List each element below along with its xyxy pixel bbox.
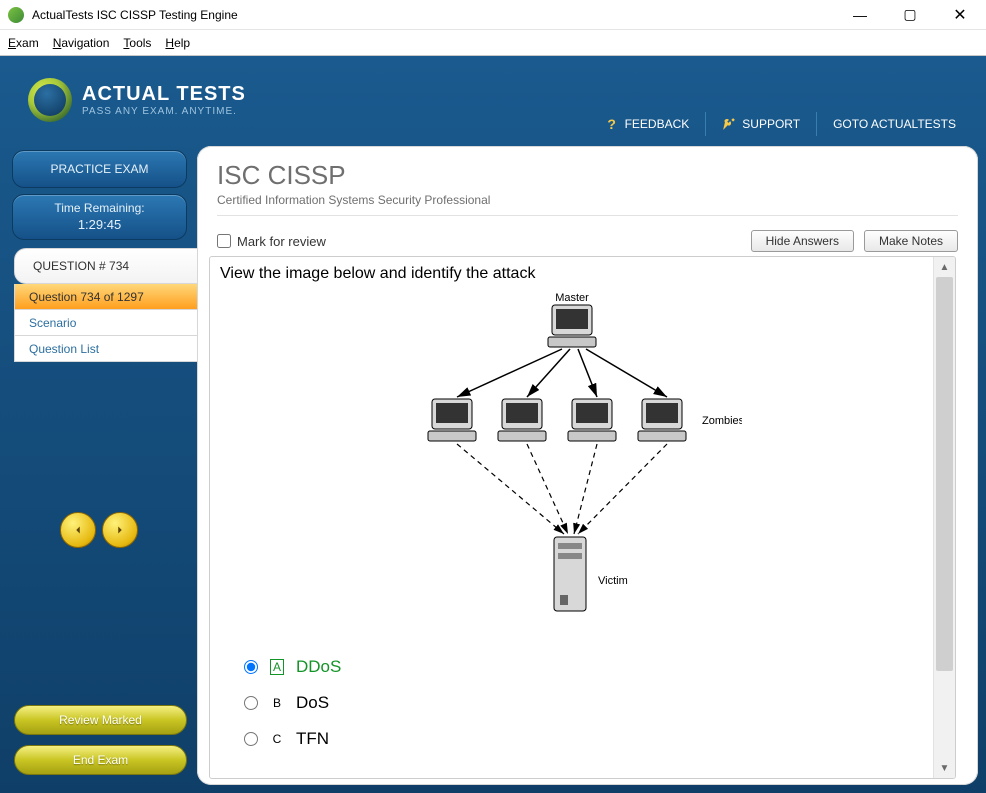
prev-question-button[interactable] bbox=[60, 512, 96, 548]
sidebar-item-label: Question 734 of 1297 bbox=[29, 290, 144, 304]
hide-answers-button[interactable]: Hide Answers bbox=[751, 230, 854, 252]
answer-letter: C bbox=[270, 732, 284, 746]
answer-option-c[interactable]: C TFN bbox=[220, 721, 923, 757]
answer-letter: B bbox=[270, 696, 284, 710]
brand-logo: ACTUAL TESTS PASS ANY EXAM. ANYTIME. bbox=[28, 78, 246, 122]
link-support-label: SUPPORT bbox=[742, 117, 800, 131]
menu-navigation[interactable]: Navigation bbox=[53, 36, 110, 50]
link-support[interactable]: SUPPORT bbox=[705, 112, 816, 136]
sidebar-item-question-position[interactable]: Question 734 of 1297 bbox=[15, 284, 197, 310]
sidebar-item-label: Question List bbox=[29, 342, 99, 356]
wrench-icon bbox=[722, 117, 736, 131]
exam-subtitle: Certified Information Systems Security P… bbox=[217, 193, 958, 207]
brand-tagline: PASS ANY EXAM. ANYTIME. bbox=[82, 106, 246, 117]
menu-tools[interactable]: Tools bbox=[123, 36, 151, 50]
close-button[interactable]: ✕ bbox=[942, 5, 978, 25]
vertical-scrollbar[interactable]: ▲ ▼ bbox=[933, 257, 955, 778]
mark-for-review-label: Mark for review bbox=[237, 234, 326, 249]
chevron-left-icon bbox=[71, 523, 85, 537]
maximize-button[interactable]: ▢ bbox=[892, 5, 928, 25]
question-area: View the image below and identify the at… bbox=[209, 256, 956, 779]
menu-exam[interactable]: Exam bbox=[8, 36, 39, 50]
mark-for-review-checkbox[interactable] bbox=[217, 234, 231, 248]
practice-exam-label: PRACTICE EXAM bbox=[50, 162, 148, 176]
timer-label: Time Remaining: bbox=[54, 200, 144, 217]
chevron-right-icon bbox=[113, 523, 127, 537]
diagram-victim-label: Victim bbox=[598, 575, 628, 587]
minimize-button[interactable]: — bbox=[842, 5, 878, 25]
titlebar: ActualTests ISC CISSP Testing Engine — ▢… bbox=[0, 0, 986, 30]
window-title: ActualTests ISC CISSP Testing Engine bbox=[32, 8, 842, 22]
header-band: ACTUAL TESTS PASS ANY EXAM. ANYTIME. ? F… bbox=[0, 56, 986, 146]
end-exam-button[interactable]: End Exam bbox=[14, 745, 187, 775]
brand-title: ACTUAL TESTS bbox=[82, 83, 246, 106]
answer-option-b[interactable]: B DoS bbox=[220, 685, 923, 721]
app-icon bbox=[8, 7, 24, 23]
answer-text: DoS bbox=[296, 693, 329, 713]
main-panel: ISC CISSP Certified Information Systems … bbox=[197, 146, 978, 785]
sidebar: PRACTICE EXAM Time Remaining: 1:29:45 QU… bbox=[0, 146, 197, 793]
end-exam-label: End Exam bbox=[73, 753, 128, 767]
sidebar-item-scenario[interactable]: Scenario bbox=[15, 310, 197, 336]
diagram-zombies-label: Zombies bbox=[702, 415, 742, 427]
answer-text: DDoS bbox=[296, 657, 341, 677]
divider bbox=[217, 215, 958, 216]
answer-letter: A bbox=[270, 659, 284, 675]
link-goto-label: GOTO ACTUALTESTS bbox=[833, 117, 956, 131]
mark-for-review[interactable]: Mark for review bbox=[217, 234, 326, 249]
review-marked-button[interactable]: Review Marked bbox=[14, 705, 187, 735]
sidebar-list: Question 734 of 1297 Scenario Question L… bbox=[14, 284, 197, 362]
link-goto-actualtests[interactable]: GOTO ACTUALTESTS bbox=[816, 112, 972, 136]
answer-radio-b[interactable] bbox=[244, 696, 258, 710]
question-number-header: QUESTION # 734 bbox=[14, 248, 197, 284]
scroll-down-button[interactable]: ▼ bbox=[934, 758, 955, 778]
timer-value: 1:29:45 bbox=[78, 216, 121, 234]
answer-list: A DDoS B DoS C TFN bbox=[220, 649, 923, 757]
answer-text: TFN bbox=[296, 729, 329, 749]
question-number-text: QUESTION # 734 bbox=[33, 259, 129, 273]
sidebar-item-label: Scenario bbox=[29, 316, 76, 330]
question-icon: ? bbox=[605, 117, 619, 131]
attack-diagram: Master bbox=[402, 289, 742, 629]
link-feedback[interactable]: ? FEEDBACK bbox=[589, 112, 706, 136]
answer-radio-c[interactable] bbox=[244, 732, 258, 746]
review-marked-label: Review Marked bbox=[59, 713, 142, 727]
answer-option-a[interactable]: A DDoS bbox=[220, 649, 923, 685]
menubar: Exam Navigation Tools Help bbox=[0, 30, 986, 56]
scroll-up-button[interactable]: ▲ bbox=[934, 257, 955, 277]
scroll-track[interactable] bbox=[936, 277, 953, 758]
scroll-thumb[interactable] bbox=[936, 277, 953, 671]
menu-help[interactable]: Help bbox=[165, 36, 190, 50]
next-question-button[interactable] bbox=[102, 512, 138, 548]
answer-radio-a[interactable] bbox=[244, 660, 258, 674]
question-text: View the image below and identify the at… bbox=[220, 265, 923, 283]
link-feedback-label: FEEDBACK bbox=[625, 117, 690, 131]
question-toolbar: Mark for review Hide Answers Make Notes bbox=[197, 224, 978, 258]
sidebar-item-question-list[interactable]: Question List bbox=[15, 336, 197, 362]
brand-logo-icon bbox=[28, 78, 72, 122]
timer-pill: Time Remaining: 1:29:45 bbox=[12, 194, 187, 240]
make-notes-button[interactable]: Make Notes bbox=[864, 230, 958, 252]
diagram-master-label: Master bbox=[555, 292, 589, 304]
practice-exam-pill[interactable]: PRACTICE EXAM bbox=[12, 150, 187, 188]
exam-title: ISC CISSP bbox=[217, 160, 958, 191]
